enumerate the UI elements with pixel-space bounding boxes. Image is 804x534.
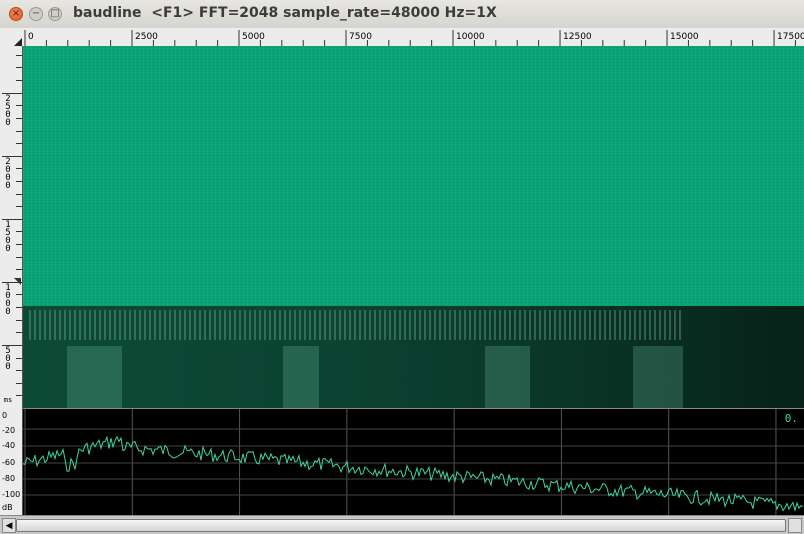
time-tick-label: 2000 (5, 156, 11, 191)
time-tick-label: 1000 (5, 282, 11, 317)
frequency-tick-label: 7500 (349, 32, 372, 42)
time-unit-label: ms (3, 396, 13, 404)
time-tick (16, 180, 22, 182)
time-tick (16, 307, 22, 309)
spectrum-readout: 0. (784, 412, 798, 425)
frequency-tick-label: 2500 (135, 32, 158, 42)
time-tick (16, 357, 22, 359)
time-tick (16, 80, 22, 82)
time-tick (16, 294, 22, 296)
time-marker-icon (14, 278, 21, 285)
time-ruler[interactable]: 2 5 0 0 2 0 0 0 1 5 0 0 1 0 0 0 5 0 0 ms (0, 46, 23, 408)
frequency-tick-label: 17500 (777, 32, 804, 42)
time-tick (16, 332, 22, 334)
db-tick-label: -20 (2, 426, 16, 435)
time-tick-label: 1500 (5, 219, 11, 254)
time-tick (16, 130, 22, 132)
frequency-tick-label: 10000 (456, 32, 485, 42)
scrollbar-right-button[interactable] (788, 518, 802, 533)
window-title: baudline <F1> FFT=2048 sample_rate=48000… (73, 5, 497, 21)
spectrum-trace-svg (23, 409, 804, 516)
horizontal-scrollbar[interactable]: ◀ (0, 515, 804, 534)
frequency-tick-label: 5000 (242, 32, 265, 42)
minimize-icon[interactable]: − (29, 7, 43, 21)
time-tick (16, 206, 22, 208)
corner-arrow-icon (14, 38, 22, 46)
db-tick-label: -80 (2, 474, 16, 483)
time-tick (16, 319, 22, 321)
db-tick-label: 0 (2, 411, 8, 420)
time-tick-label: 2500 (5, 93, 11, 128)
spectrogram-band (67, 346, 122, 408)
spectrogram-band (283, 346, 319, 408)
db-tick-label: -60 (2, 458, 16, 467)
spectrum-display[interactable]: 0. (23, 408, 804, 516)
time-tick (16, 395, 22, 397)
spectrogram-signal-region (23, 306, 804, 408)
time-tick (16, 231, 22, 233)
db-unit-label: dB (2, 503, 13, 512)
db-tick-label: -100 (2, 490, 21, 499)
scrollbar-thumb[interactable] (16, 519, 786, 532)
time-tick (16, 244, 22, 246)
frequency-tick-label: 15000 (670, 32, 699, 42)
frequency-tick-label: 12500 (563, 32, 592, 42)
time-tick (16, 67, 22, 69)
time-tick (16, 193, 22, 195)
time-tick (16, 54, 22, 56)
db-tick-label: -40 (2, 441, 16, 450)
time-tick (16, 105, 22, 107)
arrow-left-icon[interactable]: ◀ (2, 518, 16, 533)
frequency-ruler-svg: 0 2500 5000 7500 10000 12500 15000 17500 (24, 30, 804, 46)
spectrogram-band (485, 346, 530, 408)
spectrum-db-ruler: 0 -20 -40 -60 -80 -100 dB (0, 408, 23, 515)
frequency-tick-label: 0 (28, 32, 34, 42)
time-tick (16, 168, 22, 170)
maximize-icon[interactable]: □ (48, 7, 62, 21)
close-icon[interactable]: × (9, 7, 23, 21)
spectrogram-display[interactable] (23, 46, 804, 408)
time-tick (16, 370, 22, 372)
time-tick-label: 500 (5, 345, 11, 372)
frequency-ruler[interactable]: 0 2500 5000 7500 10000 12500 15000 17500 (22, 28, 804, 47)
ruler-corner (0, 28, 22, 46)
title-bar: × − □ baudline <F1> FFT=2048 sample_rate… (0, 0, 804, 29)
spectrum-trace (23, 435, 804, 513)
time-tick (16, 256, 22, 258)
spectrogram-tone-rows (29, 310, 684, 340)
time-tick (16, 382, 22, 384)
spectrogram-band (633, 346, 683, 408)
time-tick (16, 117, 22, 119)
time-tick (16, 143, 22, 145)
time-tick (16, 269, 22, 271)
